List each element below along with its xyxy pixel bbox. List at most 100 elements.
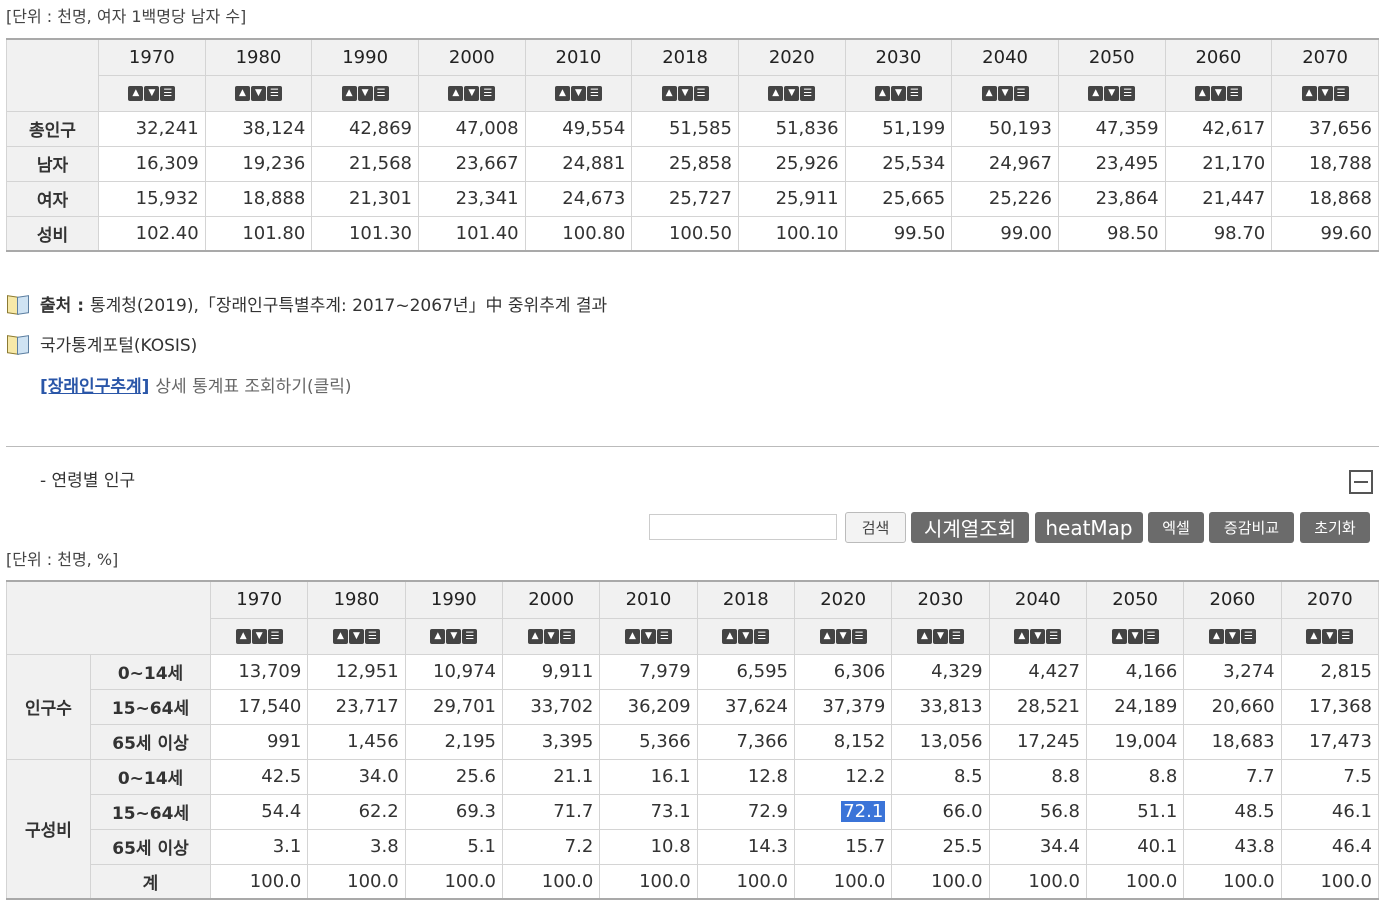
sort-descending-icon[interactable]: ▼	[835, 629, 851, 644]
column-menu-icon[interactable]: ☰	[656, 629, 672, 644]
column-menu-icon[interactable]: ☰	[373, 86, 389, 101]
column-menu-icon[interactable]: ☰	[1333, 86, 1349, 101]
sort-ascending-icon[interactable]: ▲	[819, 629, 835, 644]
sort-ascending-icon[interactable]: ▲	[916, 629, 932, 644]
sort-ascending-icon[interactable]: ▲	[527, 629, 543, 644]
column-menu-icon[interactable]: ☰	[800, 86, 816, 101]
sort-ascending-icon[interactable]: ▲	[234, 86, 250, 101]
sort-ascending-icon[interactable]: ▲	[624, 629, 640, 644]
data-cell: 25,911	[737, 180, 846, 217]
sort-descending-icon[interactable]: ▼	[640, 629, 656, 644]
column-menu-icon[interactable]: ☰	[586, 86, 602, 101]
sort-ascending-icon[interactable]: ▲	[874, 86, 890, 101]
data-cell: 71.7	[501, 793, 601, 830]
sort-descending-icon[interactable]: ▼	[570, 86, 586, 101]
column-menu-icon[interactable]: ☰	[1143, 629, 1159, 644]
column-menu-icon[interactable]: ☰	[160, 86, 176, 101]
sort-ascending-icon[interactable]: ▲	[341, 86, 357, 101]
timeseries-button[interactable]: 시계열조회	[911, 512, 1029, 543]
section-title: - 연령별 인구	[40, 471, 136, 491]
sort-ascending-icon[interactable]: ▲	[981, 86, 997, 101]
column-menu-icon[interactable]: ☰	[559, 629, 575, 644]
sort-controls: ▲ ▼ ☰	[1014, 629, 1062, 644]
sort-descending-icon[interactable]: ▼	[677, 86, 693, 101]
sort-descending-icon[interactable]: ▼	[890, 86, 906, 101]
search-button[interactable]: 검색	[845, 512, 906, 543]
sort-descending-icon[interactable]: ▼	[1127, 629, 1143, 644]
sort-descending-icon[interactable]: ▼	[784, 86, 800, 101]
column-menu-icon[interactable]: ☰	[754, 629, 770, 644]
sort-ascending-icon[interactable]: ▲	[430, 629, 446, 644]
heatmap-button[interactable]: heatMap	[1035, 512, 1143, 543]
sort-ascending-icon[interactable]: ▲	[1208, 629, 1224, 644]
sort-ascending-icon[interactable]: ▲	[1306, 629, 1322, 644]
column-menu-icon[interactable]: ☰	[462, 629, 478, 644]
sort-ascending-icon[interactable]: ▲	[1014, 629, 1030, 644]
data-cell: 72.9	[696, 793, 795, 830]
sort-ascending-icon[interactable]: ▲	[1088, 86, 1104, 101]
source-label: 출처 :	[40, 296, 84, 316]
kosis-title: 국가통계포털(KOSIS)	[40, 336, 198, 356]
sort-descending-icon[interactable]: ▼	[348, 629, 364, 644]
kosis-detail-link[interactable]: [장래인구추계]	[40, 377, 149, 397]
sort-descending-icon[interactable]: ▼	[250, 86, 266, 101]
excel-button[interactable]: 엑셀	[1148, 512, 1204, 543]
data-cell: 23,717	[307, 688, 406, 725]
sort-controls: ▲ ▼ ☰	[332, 629, 380, 644]
sort-ascending-icon[interactable]: ▲	[1111, 629, 1127, 644]
column-menu-icon[interactable]: ☰	[948, 629, 964, 644]
sort-ascending-icon[interactable]: ▲	[235, 629, 251, 644]
data-cell: 24,673	[524, 180, 633, 217]
sort-descending-icon[interactable]: ▼	[738, 629, 754, 644]
sort-descending-icon[interactable]: ▼	[543, 629, 559, 644]
reset-button[interactable]: 초기화	[1300, 512, 1370, 543]
data-cell: 50,193	[951, 110, 1059, 147]
sort-descending-icon[interactable]: ▼	[1322, 629, 1338, 644]
year-header: 1980	[307, 580, 406, 619]
data-cell: 25,534	[844, 145, 953, 182]
sort-descending-icon[interactable]: ▼	[446, 629, 462, 644]
sort-ascending-icon[interactable]: ▲	[554, 86, 570, 101]
collapse-button[interactable]	[1349, 470, 1373, 494]
column-menu-icon[interactable]: ☰	[693, 86, 709, 101]
column-menu-icon[interactable]: ☰	[1226, 86, 1242, 101]
sort-ascending-icon[interactable]: ▲	[1301, 86, 1317, 101]
data-cell: 99.60	[1271, 215, 1379, 252]
data-cell: 100.0	[696, 863, 795, 900]
column-menu-icon[interactable]: ☰	[1013, 86, 1029, 101]
sort-ascending-icon[interactable]: ▲	[448, 86, 464, 101]
compare-button[interactable]: 증감비교	[1209, 512, 1294, 543]
sort-ascending-icon[interactable]: ▲	[1194, 86, 1210, 101]
column-menu-icon[interactable]: ☰	[480, 86, 496, 101]
column-menu-icon[interactable]: ☰	[266, 86, 282, 101]
sort-controls: ▲ ▼ ☰	[916, 629, 964, 644]
sort-descending-icon[interactable]: ▼	[144, 86, 160, 101]
sort-ascending-icon[interactable]: ▲	[768, 86, 784, 101]
sort-ascending-icon[interactable]: ▲	[722, 629, 738, 644]
column-menu-icon[interactable]: ☰	[851, 629, 867, 644]
sort-descending-icon[interactable]: ▼	[1030, 629, 1046, 644]
sort-ascending-icon[interactable]: ▲	[128, 86, 144, 101]
table-row: 계 100.0 100.0 100.0 100.0 100.0 100.0 100.0 100.…	[7, 863, 1380, 900]
sort-descending-icon[interactable]: ▼	[1104, 86, 1120, 101]
column-menu-icon[interactable]: ☰	[1338, 629, 1354, 644]
column-menu-icon[interactable]: ☰	[364, 629, 380, 644]
sort-descending-icon[interactable]: ▼	[1317, 86, 1333, 101]
sort-descending-icon[interactable]: ▼	[997, 86, 1013, 101]
sort-descending-icon[interactable]: ▼	[1210, 86, 1226, 101]
sort-ascending-icon[interactable]: ▲	[661, 86, 677, 101]
search-input[interactable]	[649, 514, 837, 540]
sort-ascending-icon[interactable]: ▲	[332, 629, 348, 644]
column-menu-icon[interactable]: ☰	[1120, 86, 1136, 101]
sort-descending-icon[interactable]: ▼	[932, 629, 948, 644]
column-menu-icon[interactable]: ☰	[906, 86, 922, 101]
column-menu-icon[interactable]: ☰	[1046, 629, 1062, 644]
data-cell: 98.50	[1057, 215, 1166, 252]
column-menu-icon[interactable]: ☰	[1240, 629, 1256, 644]
sort-descending-icon[interactable]: ▼	[1224, 629, 1240, 644]
sort-descending-icon[interactable]: ▼	[251, 629, 267, 644]
sort-descending-icon[interactable]: ▼	[464, 86, 480, 101]
sort-descending-icon[interactable]: ▼	[357, 86, 373, 101]
data-cell: 102.40	[98, 215, 206, 252]
column-menu-icon[interactable]: ☰	[267, 629, 283, 644]
